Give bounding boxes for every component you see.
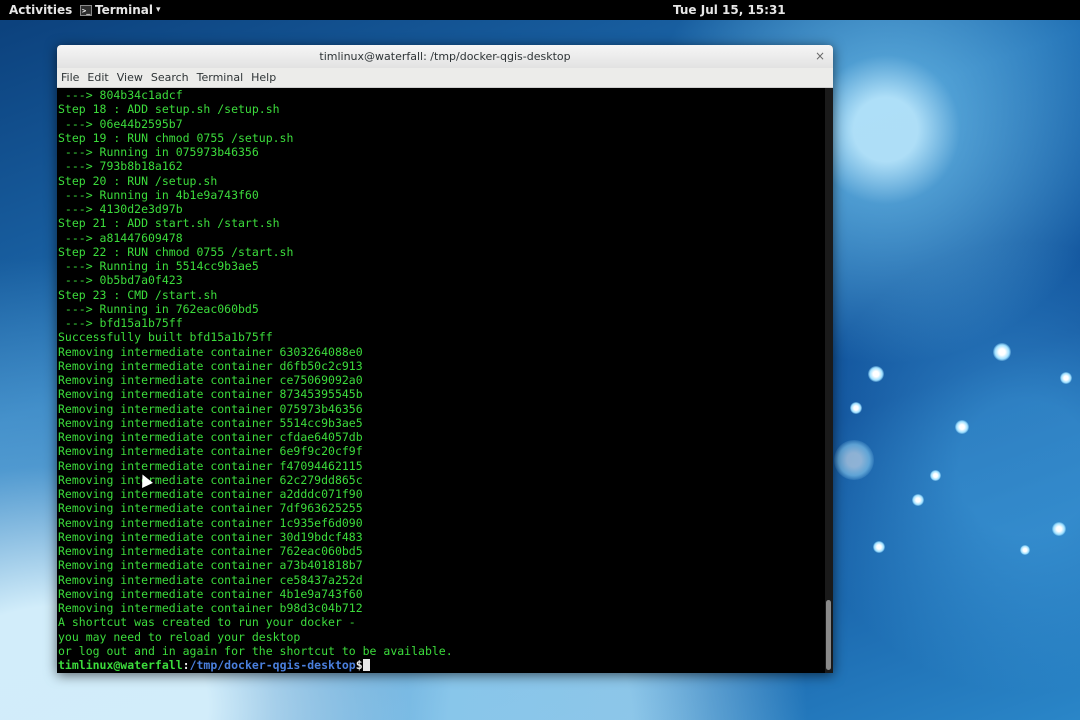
terminal-line: Removing intermediate container a2dddc07… xyxy=(58,487,363,501)
wallpaper-bubble xyxy=(993,343,1011,361)
terminal-line: Removing intermediate container 1c935ef6… xyxy=(58,515,363,530)
terminal-line: ---> Running in 4b1e9a743f60 xyxy=(58,187,259,202)
text-cursor xyxy=(362,659,370,671)
terminal-line: A shortcut was created to run your docke… xyxy=(58,615,356,630)
terminal-line: Removing intermediate container 87345395… xyxy=(58,387,363,402)
menu-edit[interactable]: Edit xyxy=(83,71,112,84)
wallpaper-bubble xyxy=(1060,372,1072,384)
shell-prompt[interactable]: timlinux@waterfall:/tmp/docker-qgis-desk… xyxy=(58,658,453,672)
menu-help[interactable]: Help xyxy=(247,71,280,84)
terminal-line: Removing intermediate container f4709446… xyxy=(58,458,363,473)
close-icon[interactable]: × xyxy=(814,50,826,62)
terminal-line: Removing intermediate container d6fb50c2… xyxy=(58,358,363,373)
terminal-line: ---> a81447609478 xyxy=(58,230,183,245)
terminal-line: ---> Running in 075973b46356 xyxy=(58,145,259,159)
terminal-line: ---> 793b8b18a162 xyxy=(58,159,183,174)
wallpaper-bubble xyxy=(912,494,924,506)
terminal-line: Removing intermediate container 075973b4… xyxy=(58,401,363,416)
clock[interactable]: Tue Jul 15, 15:31 xyxy=(673,3,786,17)
terminal-line: Removing intermediate container 62c279dd… xyxy=(58,472,363,487)
terminal-line: Removing intermediate container 63032640… xyxy=(58,344,363,359)
wallpaper-bubble xyxy=(834,440,874,480)
terminal-lines: ---> 804b34c1adcf Step 18 : ADD setup.sh … xyxy=(58,88,453,672)
menu-bar: File Edit View Search Terminal Help xyxy=(57,68,833,88)
terminal-line: ---> Running in 5514cc9b3ae5 xyxy=(58,259,259,273)
terminal-line: Removing intermediate container 30d19bdc… xyxy=(58,529,363,544)
menu-view[interactable]: View xyxy=(113,71,147,84)
scrollbar-thumb[interactable] xyxy=(826,600,831,670)
terminal-line: ---> bfd15a1b75ff xyxy=(58,316,183,330)
wallpaper-bubble xyxy=(868,366,884,382)
terminal-line: ---> 804b34c1adcf xyxy=(58,88,183,102)
wallpaper-bubble xyxy=(955,420,969,434)
terminal-line: Removing intermediate container ce58437a… xyxy=(58,572,363,587)
terminal-line: Removing intermediate container 5514cc9b… xyxy=(58,415,363,430)
app-menu[interactable]: >_ Terminal ▾ xyxy=(80,0,161,20)
app-menu-label: Terminal xyxy=(95,3,154,17)
terminal-icon: >_ xyxy=(80,4,92,16)
prompt-path: /tmp/docker-qgis-desktop xyxy=(189,658,356,672)
terminal-line: Removing intermediate container b98d3c04… xyxy=(58,601,363,615)
terminal-output[interactable]: ---> 804b34c1adcf Step 18 : ADD setup.sh … xyxy=(57,88,825,673)
window-titlebar[interactable]: timlinux@waterfall: /tmp/docker-qgis-des… xyxy=(57,45,833,68)
terminal-scrollbar[interactable] xyxy=(825,88,833,673)
terminal-line: Removing intermediate container ce750690… xyxy=(58,373,363,387)
terminal-window: timlinux@waterfall: /tmp/docker-qgis-des… xyxy=(57,45,833,673)
prompt-symbol: $ xyxy=(355,658,363,672)
terminal-line: Removing intermediate container 4b1e9a74… xyxy=(58,586,363,601)
terminal-line: Removing intermediate container 6e9f9c20… xyxy=(58,444,363,459)
terminal-line: Step 21 : ADD start.sh /start.sh xyxy=(58,216,280,231)
activities-button[interactable]: Activities xyxy=(9,3,72,17)
wallpaper-bubble xyxy=(850,402,862,414)
terminal-line: Step 20 : RUN /setup.sh xyxy=(58,173,218,188)
menu-file[interactable]: File xyxy=(57,71,83,84)
terminal-line: Removing intermediate container 7df96362… xyxy=(58,501,363,516)
wallpaper-bubble xyxy=(1020,545,1030,555)
terminal-line: ---> 06e44b2595b7 xyxy=(58,116,183,131)
terminal-line: or log out and in again for the shortcut… xyxy=(58,643,453,658)
terminal-line: Step 19 : RUN chmod 0755 /setup.sh xyxy=(58,130,294,145)
menu-search[interactable]: Search xyxy=(147,71,193,84)
terminal-line: ---> 4130d2e3d97b xyxy=(58,202,183,216)
prompt-separator: : xyxy=(182,658,190,672)
terminal-line: ---> 0b5bd7a0f423 xyxy=(58,273,183,288)
window-title: timlinux@waterfall: /tmp/docker-qgis-des… xyxy=(319,50,571,63)
terminal-line: Removing intermediate container 762eac06… xyxy=(58,544,363,558)
terminal-line: Step 23 : CMD /start.sh xyxy=(58,287,218,302)
wallpaper-bubble xyxy=(873,541,885,553)
top-bar: Activities >_ Terminal ▾ Tue Jul 15, 15:… xyxy=(0,0,1080,20)
terminal-line: you may need to reload your desktop xyxy=(58,629,301,644)
terminal-line: Removing intermediate container a73b4018… xyxy=(58,558,363,573)
menu-terminal[interactable]: Terminal xyxy=(193,71,248,84)
wallpaper-bubble xyxy=(930,470,941,481)
prompt-user-host: timlinux@waterfall xyxy=(58,658,183,672)
wallpaper-bubble xyxy=(1052,522,1066,536)
terminal-line: Removing intermediate container cfdae640… xyxy=(58,430,363,444)
terminal-line: Step 22 : RUN chmod 0755 /start.sh xyxy=(58,244,294,259)
chevron-down-icon: ▾ xyxy=(156,5,161,15)
terminal-line: Successfully built bfd15a1b75ff xyxy=(58,330,273,345)
terminal-line: Step 18 : ADD setup.sh /setup.sh xyxy=(58,102,280,117)
terminal-line: ---> Running in 762eac060bd5 xyxy=(58,301,259,316)
